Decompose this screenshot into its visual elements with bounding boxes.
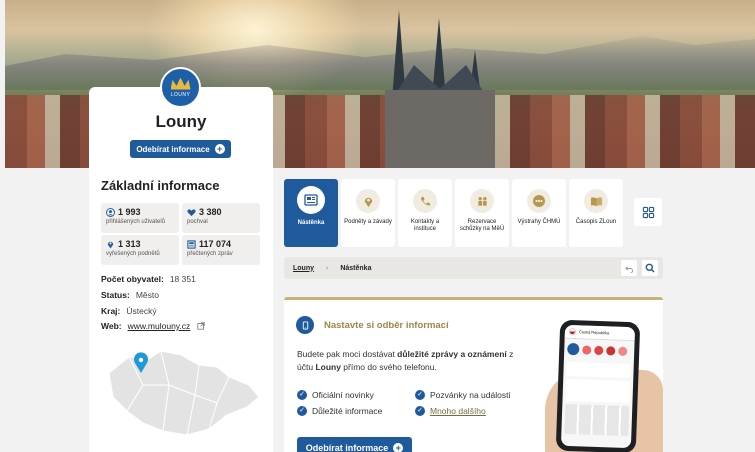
tile-warnings[interactable]: Výstrahy ČHMÚ	[512, 179, 566, 247]
search-button[interactable]	[642, 260, 658, 276]
check-icon: ✓	[297, 406, 307, 416]
breadcrumb: Louny › Nástěnka	[284, 257, 663, 279]
stat-registered-users: 1 993 přihlášených uživatelů	[101, 203, 179, 233]
more-link[interactable]: Mnoho dalšího	[430, 406, 486, 416]
breadcrumb-home-link[interactable]: Louny	[293, 265, 314, 272]
plus-icon: +	[393, 443, 404, 452]
check-icon: ✓	[415, 406, 425, 416]
tile-reservation[interactable]: Rezervace schůzky na MěÚ	[455, 179, 509, 247]
subscribe-button[interactable]: Odebírat informace +	[130, 140, 231, 158]
grid-icon	[642, 206, 654, 218]
tile-magazine[interactable]: Časopis ZLoun	[569, 179, 623, 247]
phone-header-text: Česká Republika	[578, 329, 610, 336]
phone-icon	[296, 316, 314, 334]
pin-icon	[107, 241, 114, 249]
city-name: Louny	[155, 112, 207, 131]
news-icon	[187, 239, 196, 249]
basic-info-title: Základní informace	[101, 178, 220, 193]
stat-read-messages: 117 074 přečtených zpráv	[182, 235, 260, 265]
czech-map	[108, 350, 260, 436]
city-logo: LOUNY	[160, 67, 201, 108]
check-icon: ✓	[415, 390, 425, 400]
tile-contacts[interactable]: Kontakty a instituce	[398, 179, 452, 247]
board-icon	[304, 194, 318, 206]
heart-icon	[187, 208, 196, 216]
tile-issues[interactable]: Podněty a závady	[341, 179, 395, 247]
feature-official-news: ✓ Oficiální novinky	[297, 390, 374, 400]
user-icon	[106, 207, 115, 217]
feature-event-invites: ✓ Pozvánky na události	[415, 390, 510, 400]
phone-mockup: Česká Republika	[555, 319, 641, 452]
promo-description: Budete pak moci dostávat důležité zprávy…	[297, 349, 514, 372]
stat-resolved-issues: 1 313 vyřešených podnětů	[101, 235, 179, 265]
population-row: Počet obyvatel: 18 351	[101, 274, 196, 284]
stat-praises: 3 380 pochval	[182, 203, 260, 233]
external-link-icon	[197, 322, 205, 330]
feature-more: ✓ Mnoho dalšího	[415, 406, 486, 416]
church-illustration	[370, 10, 500, 168]
check-icon: ✓	[297, 390, 307, 400]
region-row: Kraj: Ústecký	[101, 306, 157, 316]
book-icon	[590, 196, 602, 206]
promo-subscribe-button[interactable]: Odebírat informace +	[297, 437, 412, 452]
breadcrumb-current: Nástěnka	[340, 264, 372, 272]
search-icon	[645, 263, 655, 273]
chevron-right-icon: ›	[326, 264, 329, 272]
promo-title: Nastavte si odběr informací	[324, 320, 449, 331]
tile-board[interactable]: Nástěnka	[284, 179, 338, 247]
more-tiles-button[interactable]	[634, 198, 662, 226]
plus-icon: +	[214, 144, 225, 154]
contact-icon	[420, 196, 430, 205]
undo-icon	[624, 265, 633, 273]
web-row: Web: www.mulouny.cz	[101, 321, 205, 331]
status-row: Status: Město	[101, 290, 159, 300]
feature-important-info: ✓ Důležité informace	[297, 406, 382, 416]
people-icon	[477, 196, 487, 206]
back-button[interactable]	[621, 260, 637, 276]
web-link[interactable]: www.mulouny.cz	[128, 321, 191, 331]
pin-icon	[364, 197, 372, 207]
warning-icon	[533, 195, 545, 207]
